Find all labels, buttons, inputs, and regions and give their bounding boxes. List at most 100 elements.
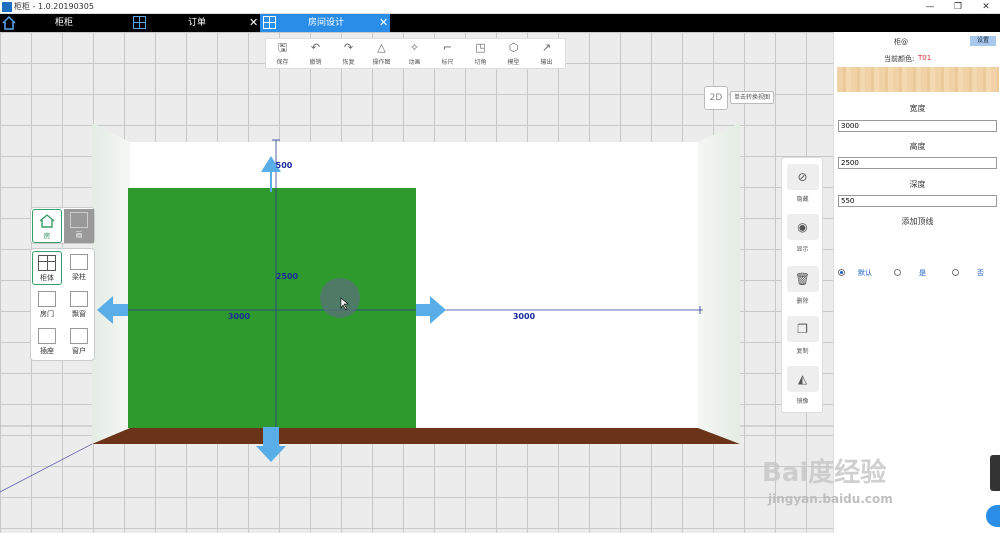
left-wall bbox=[92, 123, 130, 444]
close-window-button[interactable]: ✕ bbox=[972, 0, 1000, 14]
copy-icon: ❐ bbox=[786, 316, 819, 342]
animation-label: 动画 bbox=[408, 59, 421, 66]
current-color-label: 当前颜色: bbox=[884, 55, 915, 63]
undo-icon: ↶ bbox=[310, 41, 321, 54]
dimension-label-width-right: 3000 bbox=[513, 312, 536, 321]
depth-label: 深度 bbox=[909, 180, 926, 189]
chamfer-icon: ◳ bbox=[475, 41, 486, 54]
cabinet-icon bbox=[38, 255, 56, 271]
topline-radio-default[interactable] bbox=[838, 269, 845, 276]
tab-label: 柜柜 bbox=[55, 18, 74, 28]
palette-beam-button[interactable]: 梁柱 bbox=[64, 251, 94, 285]
dimension-label-height: 2500 bbox=[276, 272, 299, 281]
guide-line bbox=[0, 443, 93, 493]
delete-button[interactable]: 🗑 删除 bbox=[786, 266, 819, 310]
palette-cabinet-label: 柜体 bbox=[40, 274, 54, 282]
chamfer-label: 切角 bbox=[474, 59, 487, 66]
grid-icon[interactable] bbox=[133, 16, 146, 29]
sparkle-icon: ✧ bbox=[409, 41, 420, 54]
palette-beam-label: 梁柱 bbox=[72, 273, 86, 281]
animation-button[interactable]: ✧ 动画 bbox=[398, 39, 431, 70]
undo-button[interactable]: ↶ 撤销 bbox=[299, 39, 332, 70]
palette-objects-group: 柜体 梁柱 房门 飘窗 插座 窗户 bbox=[30, 248, 95, 361]
side-widget[interactable] bbox=[990, 455, 1000, 491]
socket-icon bbox=[38, 328, 56, 344]
chamfer-button[interactable]: ◳ 切角 bbox=[464, 39, 497, 70]
save-icon: 🖫 bbox=[277, 41, 288, 54]
pen-icon bbox=[70, 212, 88, 228]
export-label: 输出 bbox=[540, 59, 553, 66]
topline-option-default: 默认 bbox=[858, 269, 872, 277]
view-2d-button[interactable]: 2D bbox=[704, 86, 728, 110]
app-icon bbox=[2, 2, 12, 12]
cabinet-block[interactable] bbox=[128, 188, 416, 428]
settings-button[interactable]: 设置 bbox=[970, 36, 996, 46]
dimension-label-width-left: 3000 bbox=[228, 312, 251, 321]
window-title: 柜柜 - 1.0.20190305 bbox=[14, 2, 94, 11]
cube-icon: ⬡ bbox=[508, 41, 519, 54]
palette-draw-button[interactable]: 画 bbox=[64, 209, 94, 243]
main-toolbar: 🖫 保存 ↶ 撤销 ↷ 恢复 △ 操作图 ✧ 动画 ⌐ 标尺 ◳ 切角 ⬡ 模型… bbox=[265, 38, 566, 69]
tab-room-design[interactable]: 房间设计 ✕ bbox=[260, 14, 390, 32]
topline-radio-no[interactable] bbox=[952, 269, 959, 276]
mirror-button[interactable]: ◭ 镜像 bbox=[786, 366, 819, 410]
redo-label: 恢复 bbox=[342, 59, 355, 66]
width-input[interactable]: 3000 bbox=[838, 120, 997, 132]
view-toggle-tip: 单击转换视图 bbox=[730, 91, 775, 104]
hide-button[interactable]: ⊘ 隐藏 bbox=[786, 164, 819, 208]
dimension-label-top: 500 bbox=[276, 161, 293, 170]
copy-button[interactable]: ❐ 复制 bbox=[786, 316, 819, 360]
palette-socket-label: 插座 bbox=[40, 347, 54, 355]
depth-input[interactable]: 550 bbox=[838, 195, 997, 207]
operation-diagram-label: 操作图 bbox=[372, 59, 391, 66]
save-button[interactable]: 🖫 保存 bbox=[266, 39, 299, 70]
palette-window-button[interactable]: 窗户 bbox=[64, 325, 94, 359]
palette-bay-window-button[interactable]: 飘窗 bbox=[64, 288, 94, 322]
tab-guigui[interactable]: 柜柜 bbox=[55, 14, 95, 32]
tab-close-icon[interactable]: ✕ bbox=[249, 14, 258, 32]
model-label: 模型 bbox=[507, 59, 520, 66]
export-icon: ↗ bbox=[541, 41, 552, 54]
palette-socket-button[interactable]: 插座 bbox=[32, 325, 62, 359]
export-button[interactable]: ↗ 输出 bbox=[530, 39, 563, 70]
height-label: 高度 bbox=[909, 142, 926, 151]
copy-label: 复制 bbox=[796, 348, 809, 355]
right-wall bbox=[698, 123, 740, 444]
delete-label: 删除 bbox=[796, 298, 809, 305]
beam-icon bbox=[70, 254, 88, 270]
palette-window-label: 窗户 bbox=[72, 347, 86, 355]
save-label: 保存 bbox=[276, 59, 289, 66]
ruler-button[interactable]: ⌐ 标尺 bbox=[431, 39, 464, 70]
height-input[interactable]: 2500 bbox=[838, 157, 997, 169]
home-icon[interactable] bbox=[1, 15, 17, 31]
topline-option-yes: 是 bbox=[919, 269, 926, 277]
window-icon bbox=[70, 328, 88, 344]
minimize-button[interactable]: — bbox=[916, 0, 944, 14]
operation-diagram-button[interactable]: △ 操作图 bbox=[365, 39, 398, 70]
tab-close-icon[interactable]: ✕ bbox=[379, 14, 388, 32]
hide-label: 隐藏 bbox=[796, 196, 809, 203]
palette-room-button[interactable]: 房 bbox=[32, 209, 62, 243]
palette-door-label: 房门 bbox=[40, 310, 54, 318]
topline-radio-yes[interactable] bbox=[894, 269, 901, 276]
current-color-value: T01 bbox=[918, 54, 932, 62]
redo-icon: ↷ bbox=[343, 41, 354, 54]
grid-icon bbox=[263, 16, 276, 29]
palette-room-label: 房 bbox=[43, 232, 51, 240]
show-button[interactable]: ◉ 显示 bbox=[786, 214, 819, 258]
watermark-logo: Bai度经验 bbox=[762, 458, 887, 488]
tab-bar: 柜柜 订单 ✕ 房间设计 ✕ bbox=[0, 14, 1000, 32]
floor bbox=[92, 428, 740, 444]
model-button[interactable]: ⬡ 模型 bbox=[497, 39, 530, 70]
ruler-icon: ⌐ bbox=[442, 41, 453, 54]
window-titlebar: 柜柜 - 1.0.20190305 — ❐ ✕ bbox=[0, 0, 1000, 14]
color-swatch[interactable] bbox=[837, 67, 999, 92]
object-tools: ⊘ 隐藏 ◉ 显示 🗑 删除 ❐ 复制 ◭ 镜像 bbox=[781, 157, 823, 413]
palette-cabinet-button[interactable]: 柜体 bbox=[32, 251, 62, 285]
triangle-icon: △ bbox=[377, 41, 386, 54]
maximize-button[interactable]: ❐ bbox=[944, 0, 972, 14]
palette-door-button[interactable]: 房门 bbox=[32, 288, 62, 322]
redo-button[interactable]: ↷ 恢复 bbox=[332, 39, 365, 70]
show-label: 显示 bbox=[796, 246, 809, 253]
tab-orders[interactable]: 订单 bbox=[188, 14, 228, 32]
